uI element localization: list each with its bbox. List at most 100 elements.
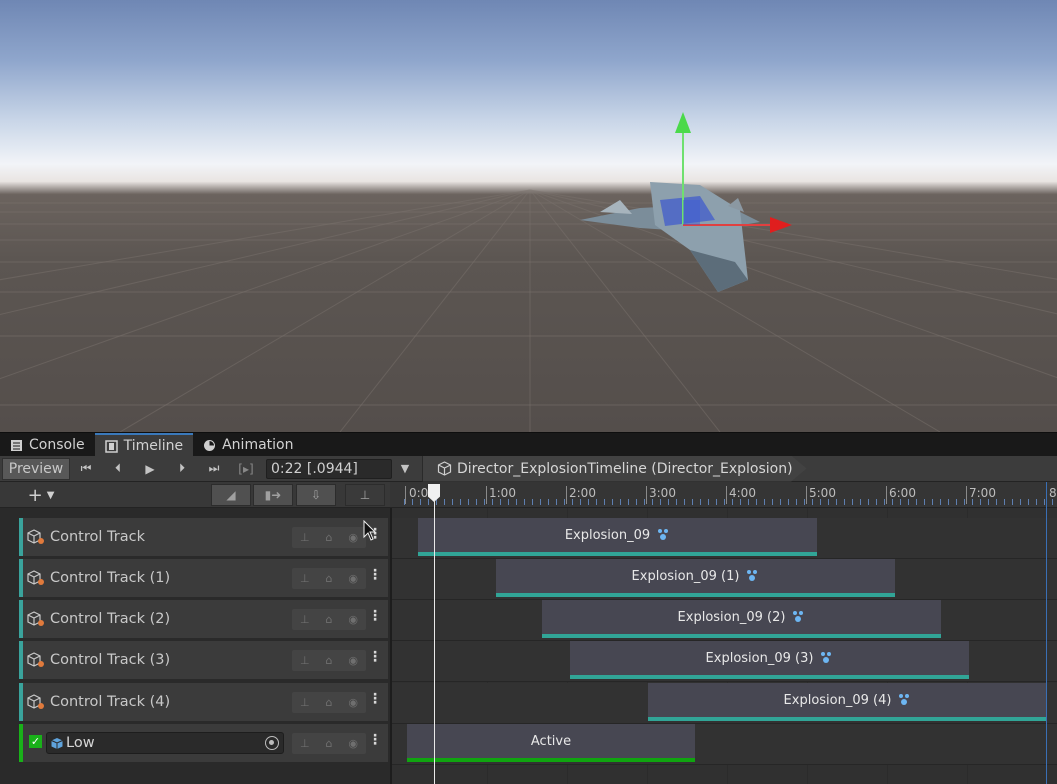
track-controls: ⊥ ⌂ ◉	[292, 692, 366, 713]
eye-icon[interactable]: ◉	[348, 531, 358, 544]
clock-icon	[204, 439, 216, 451]
track-header-control-track-4[interactable]: Control Track (4) ⊥ ⌂ ◉ ⋮	[19, 683, 388, 721]
track-controls: ⊥ ⌂ ◉	[292, 733, 366, 754]
play-button[interactable]: ▶	[134, 458, 166, 480]
clip-explosion-09-1[interactable]: Explosion_09 (1)	[496, 559, 895, 597]
go-to-start-icon: ⏮	[80, 461, 92, 475]
track-name: Control Track	[50, 529, 145, 545]
go-to-end-icon: ⏭	[208, 461, 220, 475]
previous-frame-button[interactable]: ⏴	[102, 458, 134, 480]
clip-label: Explosion_09 (1)	[631, 568, 740, 584]
lock-icon[interactable]: ⌂	[326, 696, 333, 709]
tab-timeline[interactable]: Timeline	[94, 433, 194, 457]
more-options-icon[interactable]: ⋮	[368, 567, 382, 583]
more-options-icon[interactable]: ⋮	[368, 732, 382, 748]
ruler-label: 1:00	[489, 486, 516, 500]
track-header-control-track[interactable]: Control Track ⊥ ⌂ ◉ ⋮	[19, 518, 388, 556]
more-options-icon[interactable]: ⋮	[368, 649, 382, 665]
ruler-label: 4:00	[729, 486, 756, 500]
lock-icon[interactable]: ⌂	[326, 572, 333, 585]
pin-icon[interactable]: ⊥	[300, 572, 310, 585]
eye-icon[interactable]: ◉	[348, 654, 358, 667]
play-range-icon: [▸]	[238, 461, 254, 476]
control-track-icon	[27, 652, 44, 667]
gameobject-icon	[51, 738, 63, 749]
ripple-mode-button[interactable]: ▮➜	[253, 484, 293, 506]
time-field[interactable]: 0:22 [.0944]	[266, 458, 392, 479]
bound-object-field[interactable]: Low	[46, 732, 284, 754]
clip-explosion-09[interactable]: Explosion_09	[418, 518, 817, 556]
clip-explosion-09-3[interactable]: Explosion_09 (3)	[570, 641, 969, 679]
control-track-icon	[27, 529, 44, 544]
tab-label: Timeline	[123, 438, 184, 454]
next-frame-icon: ⏵	[178, 461, 185, 475]
chevron-down-icon: ▼	[400, 462, 410, 475]
eye-icon[interactable]: ◉	[348, 696, 358, 709]
track-header-control-track-1[interactable]: Control Track (1) ⊥ ⌂ ◉ ⋮	[19, 559, 388, 597]
eye-icon[interactable]: ◉	[348, 737, 358, 750]
lock-icon[interactable]: ⌂	[326, 613, 333, 626]
pin-icon: ⊥	[359, 488, 371, 502]
play-range-button[interactable]: [▸]	[230, 458, 262, 480]
lock-icon[interactable]: ⌂	[326, 531, 333, 544]
play-icon: ▶	[145, 461, 155, 476]
track-header-control-track-2[interactable]: Control Track (2) ⊥ ⌂ ◉ ⋮	[19, 600, 388, 638]
object-picker-icon[interactable]	[265, 736, 279, 750]
track-name: Control Track (3)	[50, 652, 171, 668]
preview-button[interactable]: Preview	[2, 457, 70, 480]
clip-area[interactable]: Explosion_09 Explosion_09 (1) Explosion_…	[390, 508, 1057, 784]
mix-mode-icon: ◢	[226, 488, 236, 502]
track-enabled-checkbox[interactable]: ✓	[29, 735, 42, 748]
clip-edit-mode-button[interactable]: ◢	[211, 484, 251, 506]
ruler-label: 0:0	[409, 486, 429, 500]
clip-label: Active	[530, 733, 572, 749]
track-name: Control Track (1)	[50, 570, 171, 586]
clip-label: Explosion_09 (4)	[783, 692, 892, 708]
mouse-cursor-icon	[363, 520, 377, 541]
playhead-line[interactable]	[434, 500, 435, 784]
ruler-major-tick	[726, 486, 727, 504]
eye-icon[interactable]: ◉	[348, 572, 358, 585]
clip-explosion-09-2[interactable]: Explosion_09 (2)	[542, 600, 941, 638]
ruler-label: 5:00	[809, 486, 836, 500]
tab-console[interactable]: Console	[0, 433, 95, 457]
track-header-activation-track[interactable]: ✓ Low ⊥ ⌂ ◉ ⋮	[19, 724, 388, 762]
track-controls: ⊥ ⌂ ◉	[292, 650, 366, 671]
pin-icon[interactable]: ⊥	[300, 531, 310, 544]
tab-label: Animation	[222, 437, 294, 453]
clip-label: Explosion_09 (3)	[705, 650, 814, 666]
cube-icon	[437, 461, 452, 476]
time-format-dropdown[interactable]: ▼	[392, 458, 418, 480]
pin-icon[interactable]: ⊥	[300, 654, 310, 667]
ruler-major-tick	[405, 486, 406, 504]
more-options-icon[interactable]: ⋮	[368, 608, 382, 624]
track-header-control-track-3[interactable]: Control Track (3) ⊥ ⌂ ◉ ⋮	[19, 641, 388, 679]
previous-frame-icon: ⏴	[114, 461, 121, 475]
bound-object-name: Low	[66, 735, 95, 751]
lock-icon[interactable]: ⌂	[326, 654, 333, 667]
ruler-major-tick	[966, 486, 967, 504]
go-to-start-button[interactable]: ⏮	[70, 458, 102, 480]
timeline-toolbar: Preview ⏮ ⏴ ▶ ⏵ ⏭ [▸] 0:22 [.0944] ▼ Dir…	[0, 455, 1057, 482]
scene-view[interactable]	[0, 0, 1057, 432]
more-options-icon[interactable]: ⋮	[368, 691, 382, 707]
tab-animation[interactable]: Animation	[193, 433, 303, 457]
pin-icon[interactable]: ⊥	[300, 737, 310, 750]
track-name: Control Track (2)	[50, 611, 171, 627]
time-ruler[interactable]: 0:0 1:00 2:00 3:00 4:00 5:00 6:00 7:00 8	[390, 482, 1057, 508]
eye-icon[interactable]: ◉	[348, 613, 358, 626]
lock-header-button[interactable]: ⊥	[345, 484, 385, 506]
control-track-icon	[27, 570, 44, 585]
clip-active[interactable]: Active	[407, 724, 695, 762]
add-track-button[interactable]: + ▼	[20, 484, 62, 506]
next-frame-button[interactable]: ⏵	[166, 458, 198, 480]
breadcrumb[interactable]: Director_ExplosionTimeline (Director_Exp…	[422, 455, 807, 482]
pin-icon[interactable]: ⊥	[300, 696, 310, 709]
clip-explosion-09-4[interactable]: Explosion_09 (4)	[648, 683, 1047, 721]
scene-grid	[0, 112, 1057, 432]
pin-icon[interactable]: ⊥	[300, 613, 310, 626]
timeline-end-marker	[1046, 482, 1047, 784]
go-to-end-button[interactable]: ⏭	[198, 458, 230, 480]
lock-icon[interactable]: ⌂	[326, 737, 333, 750]
replace-mode-button[interactable]: ⇩	[296, 484, 336, 506]
